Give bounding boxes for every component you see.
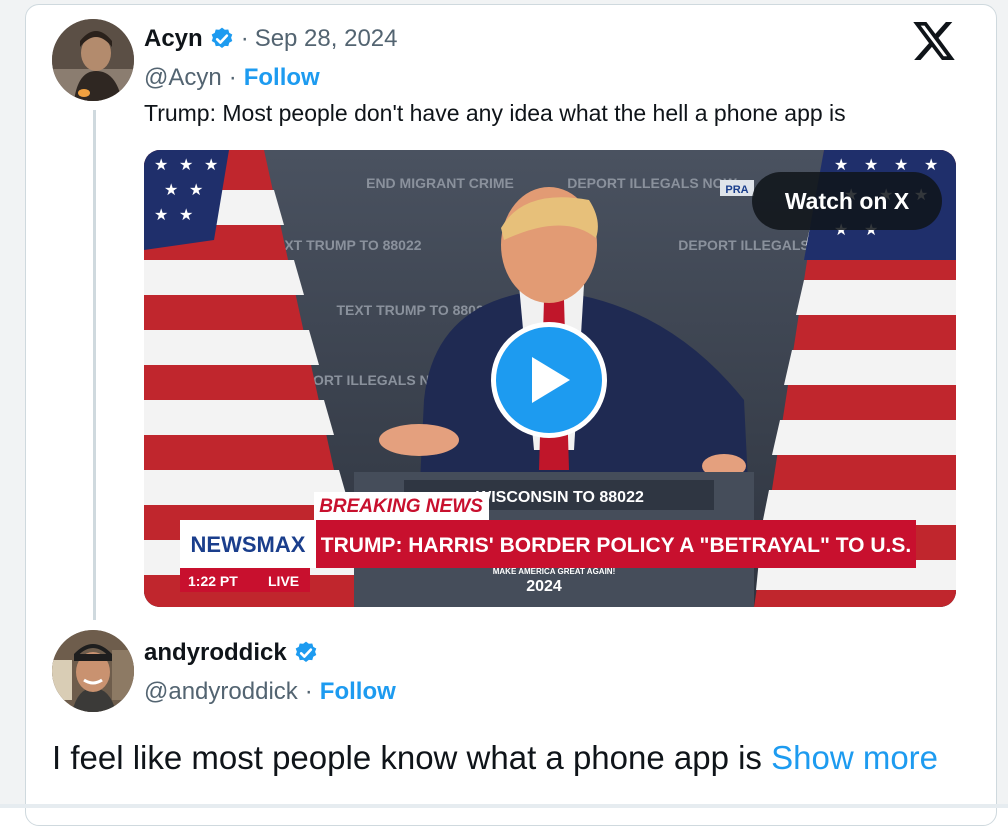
x-logo-icon[interactable] [913, 22, 955, 60]
backdrop-sign-text: DEPORT ILLEGALS NOW [567, 175, 737, 191]
tweet-text: Trump: Most people don't have any idea w… [144, 100, 846, 126]
backdrop-sign-text: DEPORT ILLEGALS [678, 237, 809, 253]
network-logo: NEWSMAX [191, 532, 306, 557]
avatar-andyroddick[interactable] [52, 630, 134, 712]
broadcast-time: 1:22 PT [188, 573, 238, 589]
svg-text:★: ★ [179, 155, 193, 174]
handle-separator: · [304, 678, 313, 705]
avatar-andyroddick-image [52, 630, 134, 712]
svg-text:★: ★ [154, 155, 168, 174]
andyroddick-name-row: andyroddick [144, 639, 319, 667]
svg-text:★: ★ [154, 205, 168, 224]
reply-handle[interactable]: @andyroddick [144, 678, 298, 706]
live-indicator: LIVE [268, 573, 299, 589]
breaking-news-label: BREAKING NEWS [319, 496, 483, 517]
verified-badge-icon [295, 641, 316, 662]
svg-text:★: ★ [164, 180, 178, 199]
thread-connector-line [93, 110, 96, 620]
svg-text:★: ★ [204, 155, 218, 174]
verified-badge-icon [211, 27, 232, 48]
podium-year: 2024 [526, 578, 562, 595]
display-name[interactable]: Acyn [144, 25, 203, 53]
avatar-acyn[interactable] [52, 19, 134, 101]
acyn-name-row: Acyn · Sep 28, 2024 [144, 25, 397, 53]
bottom-divider [0, 804, 1008, 808]
tweet-date[interactable]: Sep 28, 2024 [255, 25, 398, 53]
svg-text:★: ★ [179, 205, 193, 224]
reply-text: I feel like most people know what a phon… [52, 739, 772, 776]
follow-button-acyn[interactable]: Follow [244, 64, 320, 92]
follow-button-andyroddick[interactable]: Follow [320, 678, 396, 706]
backdrop-sign-text: PRA [725, 184, 748, 196]
news-headline: TRUMP: HARRIS' BORDER POLICY A "BETRAYAL… [321, 534, 911, 557]
acyn-handle-row: @Acyn · Follow [144, 64, 320, 92]
watch-on-x-button[interactable]: Watch on X [752, 172, 942, 230]
date-separator: · [240, 25, 249, 52]
reply-display-name[interactable]: andyroddick [144, 639, 287, 667]
podium-sign-text: WISCONSIN TO 88022 [476, 489, 644, 506]
handle[interactable]: @Acyn [144, 64, 222, 92]
andyroddick-handle-row: @andyroddick · Follow [144, 678, 396, 706]
backdrop-sign-text: END MIGRANT CRIME [366, 175, 514, 191]
show-more-link[interactable]: Show more [771, 739, 938, 776]
breaking-news-tag: BREAKING NEWS [314, 492, 489, 520]
podium-tagline: MAKE AMERICA GREAT AGAIN! [493, 567, 616, 576]
play-button[interactable] [491, 322, 607, 438]
play-icon [532, 357, 570, 403]
handle-separator: · [228, 64, 237, 91]
reply-text-block: I feel like most people know what a phon… [52, 738, 952, 778]
avatar-acyn-image [52, 19, 134, 101]
svg-text:★: ★ [189, 180, 203, 199]
backdrop-sign-text: TEXT TRUMP TO 88022 [266, 237, 421, 253]
svg-text:★: ★ [924, 155, 938, 174]
